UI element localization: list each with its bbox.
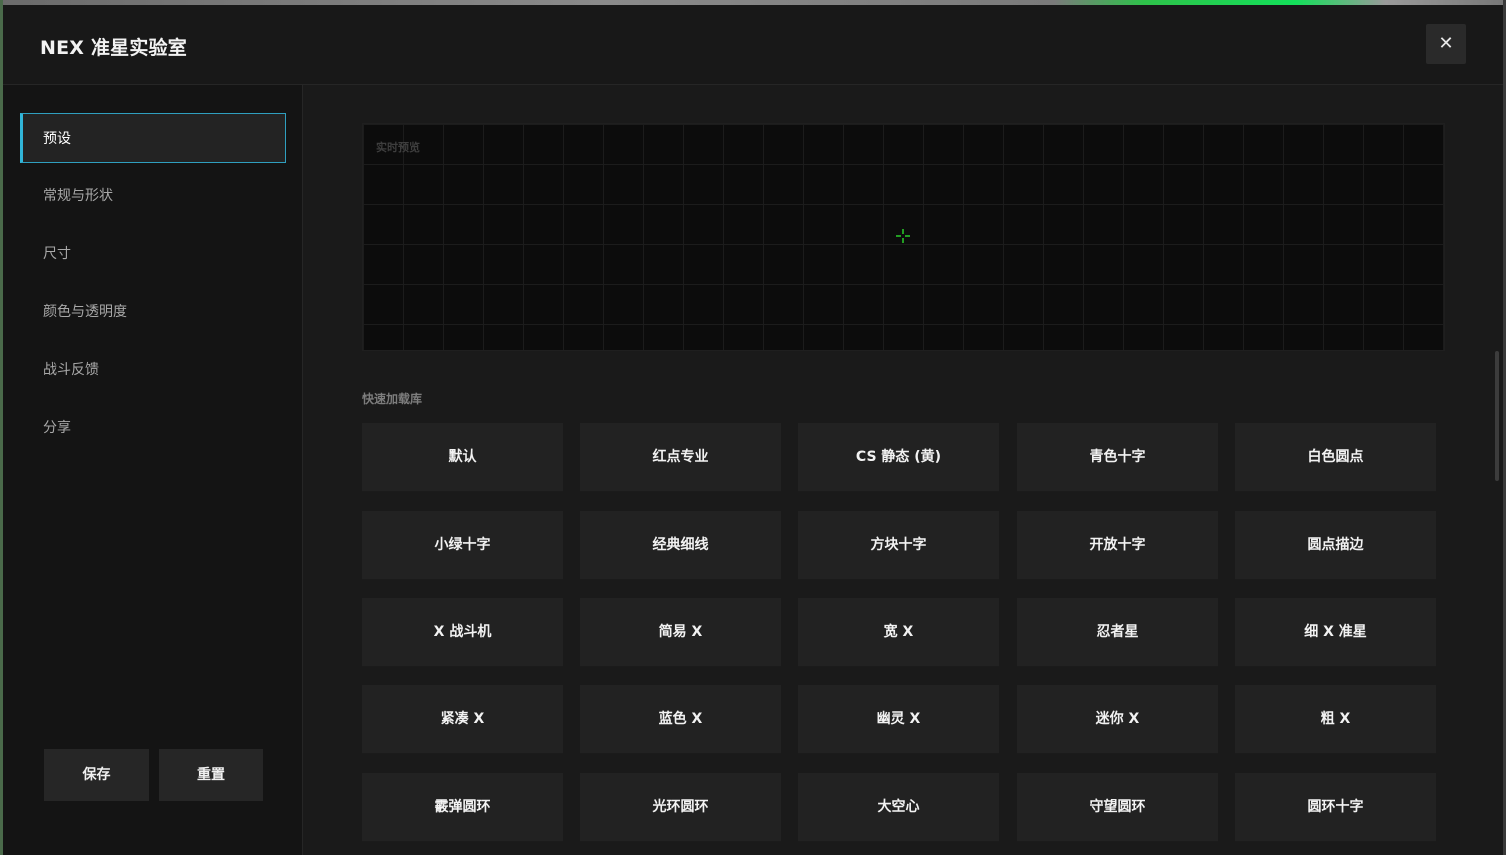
close-icon: ✕ xyxy=(1438,33,1454,54)
preset-button[interactable]: 青色十字 xyxy=(1017,423,1218,492)
close-button[interactable]: ✕ xyxy=(1426,24,1466,64)
preset-button[interactable]: 幽灵 X xyxy=(798,685,999,754)
quick-load-library-label: 快速加载库 xyxy=(362,392,423,406)
preset-button[interactable]: 经典细线 xyxy=(580,511,781,580)
preset-button[interactable]: X 战斗机 xyxy=(362,598,563,667)
sidebar-item-share[interactable]: 分享 xyxy=(20,403,286,453)
preset-button[interactable]: 圆环十字 xyxy=(1235,773,1436,842)
preset-button[interactable]: 圆点描边 xyxy=(1235,511,1436,580)
save-button[interactable]: 保存 xyxy=(44,749,149,801)
preset-button[interactable]: 白色圆点 xyxy=(1235,423,1436,492)
preset-button[interactable]: 小绿十字 xyxy=(362,511,563,580)
preset-button[interactable]: 忍者星 xyxy=(1017,598,1218,667)
preset-button[interactable]: 粗 X xyxy=(1235,685,1436,754)
preset-button[interactable]: 大空心 xyxy=(798,773,999,842)
sidebar-item-size[interactable]: 尺寸 xyxy=(20,229,286,279)
reset-button[interactable]: 重置 xyxy=(159,749,263,801)
sidebar-item-presets[interactable]: 预设 xyxy=(20,113,286,163)
sidebar-item-color-opacity[interactable]: 颜色与透明度 xyxy=(20,287,286,337)
preview-label: 实时预览 xyxy=(376,141,420,154)
preset-button[interactable]: 宽 X xyxy=(798,598,999,667)
preset-button[interactable]: CS 静态 (黄) xyxy=(798,423,999,492)
crosshair-lab-dialog: NEX 准星实验室 ✕ 预设 常规与形状 尺寸 颜色与透明度 战斗反馈 分享 保… xyxy=(3,5,1503,855)
dialog-title: NEX 准星实验室 xyxy=(40,37,187,59)
preset-button[interactable]: 光环圆环 xyxy=(580,773,781,842)
preset-button[interactable]: 迷你 X xyxy=(1017,685,1218,754)
preset-button[interactable]: 守望圆环 xyxy=(1017,773,1218,842)
preset-button[interactable]: 红点专业 xyxy=(580,423,781,492)
sidebar-item-combat-feedback[interactable]: 战斗反馈 xyxy=(20,345,286,395)
preset-button[interactable]: 方块十字 xyxy=(798,511,999,580)
preset-button[interactable]: 霰弹圆环 xyxy=(362,773,563,842)
live-preview-canvas: 实时预览 xyxy=(362,123,1445,351)
preset-button[interactable]: 细 X 准星 xyxy=(1235,598,1436,667)
preset-button[interactable]: 默认 xyxy=(362,423,563,492)
sidebar-item-general-shape[interactable]: 常规与形状 xyxy=(20,171,286,221)
preset-button[interactable]: 紧凑 X xyxy=(362,685,563,754)
scrollbar-thumb[interactable] xyxy=(1495,351,1499,481)
preset-button[interactable]: 开放十字 xyxy=(1017,511,1218,580)
preset-button[interactable]: 简易 X xyxy=(580,598,781,667)
dialog-header: NEX 准星实验室 ✕ xyxy=(3,5,1503,85)
crosshair-preview-icon xyxy=(896,229,910,243)
sidebar: 预设 常规与形状 尺寸 颜色与透明度 战斗反馈 分享 保存 重置 xyxy=(3,85,303,855)
preset-button[interactable]: 蓝色 X xyxy=(580,685,781,754)
main-panel: 实时预览 快速加载库 默认 红点专业 CS 静态 (黄) 青色十字 白色圆点 小… xyxy=(303,85,1503,855)
